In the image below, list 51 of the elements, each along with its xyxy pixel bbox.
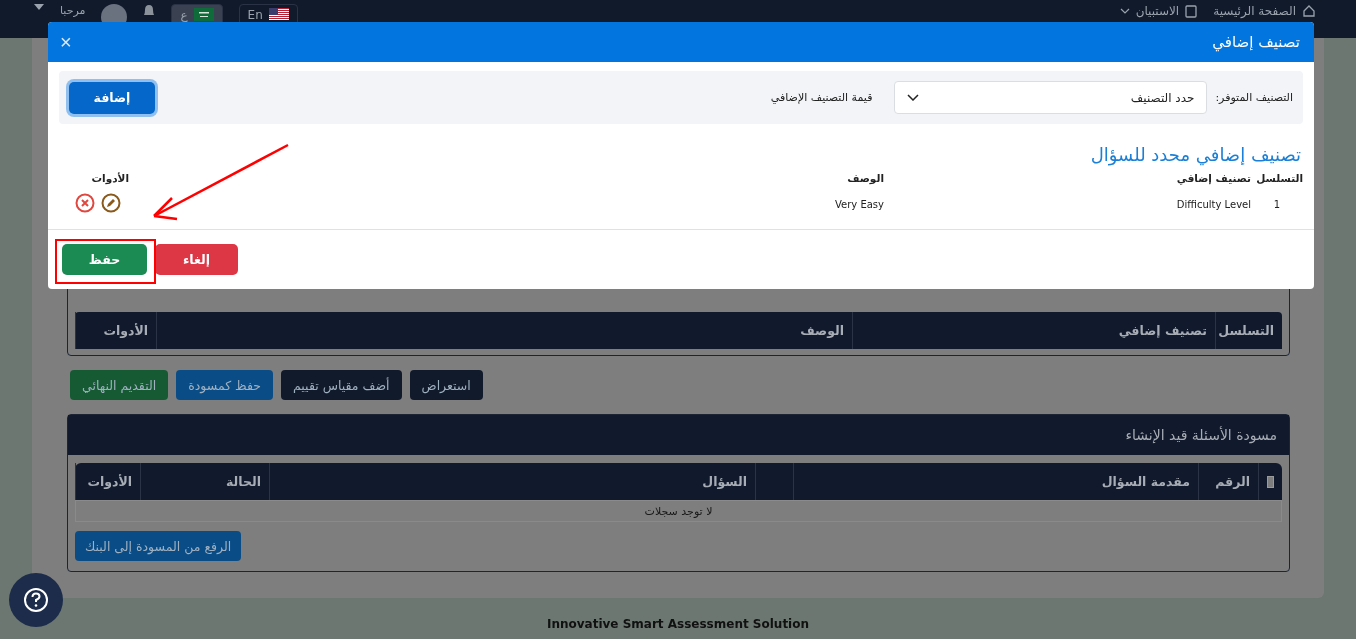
edit-icon[interactable] [101, 193, 121, 213]
column-header: التسلسل [1215, 312, 1282, 349]
close-button[interactable]: × [60, 32, 72, 52]
upload-button[interactable]: الرفع من المسودة إلى البنك [75, 531, 242, 561]
column-header: الأدوات [75, 463, 140, 500]
chevron-down-icon [1119, 8, 1130, 14]
action-button[interactable]: استعراض [409, 370, 483, 400]
caret-icon[interactable] [34, 4, 44, 10]
chevron-down-icon [907, 94, 920, 101]
add-button[interactable]: إضافة [69, 81, 155, 114]
clipboard-icon [1185, 4, 1198, 18]
classification-select[interactable]: حدد التصنيف [894, 81, 1208, 114]
column-header: التسلسل [1255, 171, 1303, 186]
survey-menu[interactable]: الاستبيان [1119, 4, 1198, 18]
bell-icon[interactable] [143, 4, 156, 17]
home-label: الصفحة الرئيسية [1213, 4, 1296, 18]
table-cell-text: Very Easy [834, 197, 884, 210]
footer-text: Innovative Smart Assessment Solution [545, 617, 811, 631]
home-icon [1302, 4, 1316, 18]
field-label: التصنيف المتوفر: [1215, 91, 1293, 104]
saudi-flag-icon [193, 8, 214, 21]
column-header: مقدمة السؤال [793, 463, 1198, 500]
survey-label: الاستبيان [1135, 4, 1180, 18]
greeting-text: مرحبا [60, 4, 86, 18]
cancel-button[interactable]: إلغاء [155, 244, 238, 275]
field-label: قيمة التصنيف الإضافي [770, 91, 873, 104]
column-header: الأدوات [75, 312, 156, 349]
select-all-checkbox[interactable] [1267, 475, 1274, 488]
column-header: الوصف [846, 171, 884, 186]
column-header: الرقم [1198, 463, 1258, 500]
column-header: الأدوات [90, 171, 129, 186]
action-button[interactable]: التقديم النهائي [70, 370, 169, 400]
column-header: تصنيف إضافي [852, 312, 1215, 349]
table-cell-text: Difficulty Level [1175, 197, 1251, 210]
empty-message: لا توجد سجلات [75, 500, 1282, 522]
us-flag-icon [268, 8, 289, 20]
column-header: الوصف [156, 312, 852, 349]
help-button[interactable] [9, 573, 63, 627]
table-cell-text: 1 [1272, 197, 1282, 210]
save-button[interactable]: حفظ [62, 244, 147, 275]
column-header: تصنيف إضافي [1175, 171, 1251, 187]
column-header: الحالة [140, 463, 269, 500]
section-title: تصنيف إضافي محدد للسؤال [1089, 144, 1302, 165]
dialog-title: تصنيف إضافي [1212, 33, 1300, 51]
action-button[interactable]: أضف مقياس تقييم [281, 370, 402, 400]
action-button[interactable]: حفظ كمسودة [176, 370, 274, 400]
delete-icon[interactable] [75, 193, 95, 213]
help-icon [23, 587, 49, 613]
column-header: السؤال [269, 463, 755, 500]
home-link[interactable]: الصفحة الرئيسية [1213, 4, 1316, 18]
panel-title: مسودة الأسئلة قيد الإنشاء [68, 415, 1289, 455]
